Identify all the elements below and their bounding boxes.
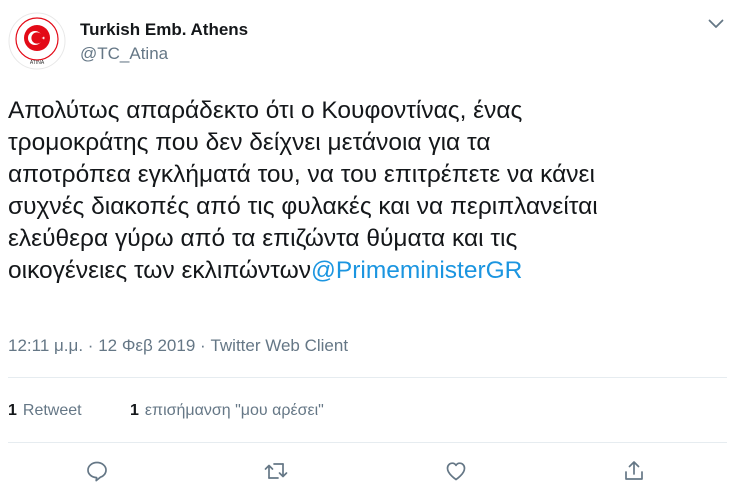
divider	[8, 377, 727, 378]
user-handle[interactable]: @TC_Atina	[80, 44, 168, 64]
tweet-text-line: ελεύθερα γύρω από τα επιζώντα θύματα και…	[8, 225, 518, 252]
tweet-text: Απολύτως απαράδεκτο ότι ο Κουφοντίνας, έ…	[8, 95, 723, 287]
chevron-down-icon	[708, 19, 724, 28]
retweets-stat[interactable]: 1 Retweet	[8, 402, 82, 420]
like-button[interactable]	[441, 456, 471, 486]
meta-separator: ·	[200, 336, 206, 355]
tweet-text-line: τρομοκράτης που δεν δείχνει μετάνοια για…	[8, 129, 491, 156]
retweets-label: Retweet	[22, 402, 82, 419]
more-options-button[interactable]	[704, 14, 728, 34]
retweet-icon	[264, 463, 288, 479]
like-icon	[446, 462, 466, 481]
share-button[interactable]	[619, 456, 649, 486]
embassy-seal-icon: ATINA	[8, 12, 66, 70]
share-icon	[625, 461, 643, 480]
svg-text:ATINA: ATINA	[30, 60, 45, 66]
tweet-meta: 12:11 μ.μ. · 12 Φεβ 2019 · Twitter Web C…	[8, 336, 348, 356]
avatar[interactable]: ATINA	[8, 12, 66, 70]
tweet-text-line: Απολύτως απαράδεκτο ότι ο Κουφοντίνας, έ…	[8, 97, 523, 124]
tweet-client[interactable]: Twitter Web Client	[210, 336, 348, 355]
mention-link[interactable]: @PrimeministerGR	[311, 257, 522, 284]
tweet-time[interactable]: 12:11 μ.μ.	[8, 336, 83, 355]
meta-separator: ·	[87, 336, 94, 355]
display-name[interactable]: Turkish Emb. Athens	[80, 20, 248, 40]
reply-button[interactable]	[82, 456, 112, 486]
retweets-count: 1	[8, 402, 17, 419]
tweet-date[interactable]: 12 Φεβ 2019	[98, 336, 195, 355]
tweet-text-fragment: οικογένειες των εκλιπώντων	[8, 257, 311, 284]
likes-count: 1	[130, 402, 139, 419]
reply-icon	[87, 461, 107, 482]
tweet-actions	[0, 456, 735, 486]
retweet-button[interactable]	[261, 456, 291, 486]
likes-stat[interactable]: 1 επισήμανση "μου αρέσει"	[130, 402, 324, 420]
tweet-text-line: αποτρόπεα εγκλήματά του, να του επιτρέπε…	[8, 161, 595, 188]
divider	[8, 442, 727, 443]
tweet-text-line: συχνές διακοπές από τις φυλακές και να π…	[8, 193, 598, 220]
likes-label: επισήμανση "μου αρέσει"	[144, 402, 324, 419]
tweet-text-line-last: οικογένειες των εκλιπώντων@Primeminister…	[8, 255, 723, 287]
